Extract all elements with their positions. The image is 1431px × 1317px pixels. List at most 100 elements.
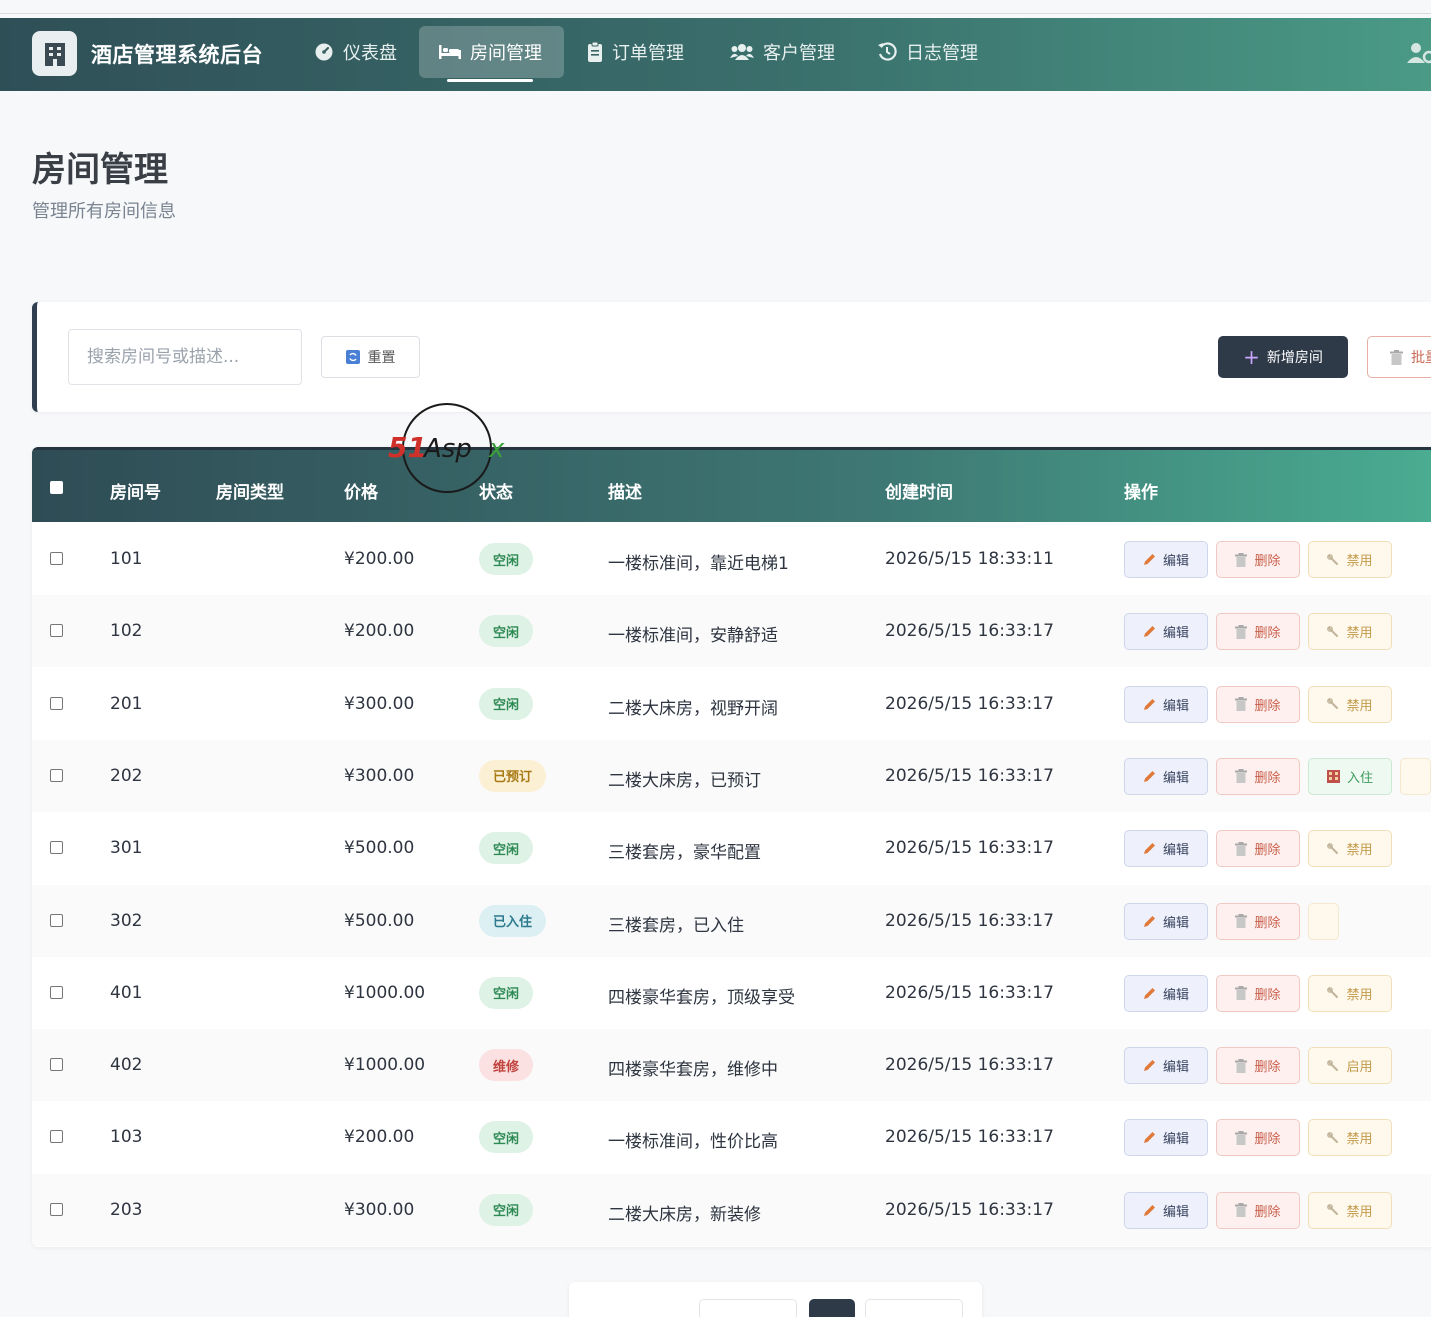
checkin-button[interactable]: 入住 — [1308, 757, 1392, 795]
cell-room-no: 302 — [110, 910, 143, 931]
delete-button-label: 删除 — [1254, 698, 1281, 714]
status-badge: 空闲 — [479, 615, 534, 648]
wrench-icon — [1327, 842, 1339, 855]
row-checkbox[interactable] — [50, 624, 63, 638]
pencil-icon — [1143, 625, 1156, 638]
disable-button[interactable]: 禁用 — [1308, 974, 1392, 1012]
brand[interactable]: 酒店管理系统后台 — [32, 31, 263, 76]
delete-button[interactable]: 删除 — [1216, 830, 1300, 868]
wrench-icon — [1327, 625, 1339, 638]
row-checkbox[interactable] — [50, 985, 63, 999]
svg-text:Asp: Asp — [422, 434, 472, 464]
row-checkbox[interactable] — [50, 696, 63, 710]
delete-button[interactable]: 删除 — [1216, 1119, 1300, 1157]
edit-button[interactable]: 编辑 — [1124, 685, 1208, 723]
pencil-icon — [1143, 1131, 1156, 1144]
status-badge: 空闲 — [479, 1121, 534, 1154]
cell-room-no: 102 — [110, 621, 143, 642]
enable-button-label: 启用 — [1346, 1060, 1373, 1076]
edit-button-label: 编辑 — [1162, 626, 1189, 642]
reset-button[interactable]: 重置 — [321, 336, 420, 378]
disable-button-label: 禁用 — [1346, 554, 1373, 569]
delete-button[interactable]: 删除 — [1216, 685, 1300, 723]
cell-created: 2026/5/15 16:33:17 — [885, 1055, 1054, 1076]
header-created[interactable]: 创建时间 — [885, 478, 953, 503]
table-row: 301 ¥500.00 空闲 三楼套房，豪华配置 2026/5/15 16:33… — [32, 812, 1431, 884]
cell-room-no: 402 — [110, 1055, 143, 1076]
nav-logs[interactable]: 日志管理 — [857, 26, 998, 78]
extra-action-button[interactable] — [1308, 902, 1339, 940]
nav-customers[interactable]: 客户管理 — [710, 26, 855, 78]
cell-created: 2026/5/15 16:33:17 — [885, 982, 1054, 1003]
cell-price: ¥200.00 — [344, 549, 415, 569]
table-header: 房间号 房间类型 价格 状态 描述 创建时间 操作 — [32, 447, 1431, 522]
pencil-icon — [1143, 1059, 1156, 1072]
cell-price: ¥300.00 — [344, 693, 415, 714]
delete-button[interactable]: 删除 — [1216, 1047, 1300, 1085]
header-room-type[interactable]: 房间类型 — [216, 478, 284, 503]
disable-button[interactable]: 禁用 — [1308, 1191, 1392, 1229]
edit-button[interactable]: 编辑 — [1124, 541, 1208, 578]
delete-button[interactable]: 删除 — [1216, 613, 1300, 651]
nav-dashboard[interactable]: 仪表盘 — [294, 26, 417, 78]
cell-created: 2026/5/15 16:33:17 — [885, 910, 1054, 931]
header-price[interactable]: 价格 — [344, 478, 378, 503]
disable-button[interactable]: 禁用 — [1308, 1119, 1392, 1157]
select-all-checkbox[interactable] — [50, 481, 63, 494]
current-page-button[interactable] — [809, 1299, 855, 1317]
search-input[interactable] — [68, 329, 302, 385]
edit-button[interactable]: 编辑 — [1124, 757, 1208, 795]
disable-button[interactable]: 禁用 — [1308, 613, 1392, 651]
delete-button[interactable]: 删除 — [1216, 1191, 1300, 1229]
edit-button[interactable]: 编辑 — [1124, 613, 1208, 651]
prev-page-button[interactable] — [699, 1299, 797, 1317]
edit-button[interactable]: 编辑 — [1124, 1191, 1208, 1229]
row-checkbox[interactable] — [50, 552, 63, 565]
svg-text:x: x — [488, 434, 505, 464]
trash-icon — [1235, 697, 1248, 712]
cell-price: ¥200.00 — [344, 1127, 415, 1148]
row-checkbox[interactable] — [50, 768, 63, 782]
trash-icon — [1235, 1130, 1248, 1145]
next-page-button[interactable] — [865, 1299, 963, 1317]
delete-button[interactable]: 删除 — [1216, 974, 1300, 1012]
delete-button-label: 删除 — [1254, 1132, 1281, 1148]
edit-button[interactable]: 编辑 — [1124, 1119, 1208, 1157]
disable-button-label: 禁用 — [1346, 843, 1373, 859]
row-checkbox[interactable] — [50, 1130, 63, 1144]
nav-orders[interactable]: 订单管理 — [567, 26, 704, 78]
header-description[interactable]: 描述 — [608, 478, 642, 503]
delete-button[interactable]: 删除 — [1216, 541, 1300, 578]
user-settings-icon[interactable] — [1407, 42, 1431, 68]
row-checkbox[interactable] — [50, 913, 63, 927]
cell-created: 2026/5/15 16:33:17 — [885, 693, 1054, 714]
status-badge: 已预订 — [479, 759, 547, 792]
disable-button[interactable]: 禁用 — [1308, 685, 1392, 723]
status-badge: 空闲 — [479, 976, 534, 1009]
batch-delete-button[interactable]: 批量删除 — [1367, 336, 1431, 378]
delete-button[interactable]: 删除 — [1216, 757, 1300, 795]
cell-room-no: 202 — [110, 765, 143, 786]
edit-button[interactable]: 编辑 — [1124, 974, 1208, 1012]
extra-action-button[interactable] — [1400, 757, 1431, 795]
row-checkbox[interactable] — [50, 841, 63, 855]
enable-button[interactable]: 启用 — [1308, 1047, 1392, 1085]
header-room-no[interactable]: 房间号 — [110, 478, 161, 503]
edit-button[interactable]: 编辑 — [1124, 902, 1208, 940]
cell-room-no: 103 — [110, 1127, 143, 1148]
row-checkbox[interactable] — [50, 1058, 63, 1072]
row-checkbox[interactable] — [50, 1202, 63, 1216]
dashboard-icon — [314, 42, 334, 62]
cell-price: ¥500.00 — [344, 838, 415, 859]
table-row: 402 ¥1000.00 维修 四楼豪华套房，维修中 2026/5/15 16:… — [32, 1029, 1431, 1102]
pencil-icon — [1143, 770, 1156, 783]
disable-button[interactable]: 禁用 — [1308, 541, 1392, 578]
trash-icon — [1235, 1203, 1248, 1218]
delete-button[interactable]: 删除 — [1216, 902, 1300, 940]
nav-rooms[interactable]: 房间管理 — [419, 26, 564, 82]
edit-button[interactable]: 编辑 — [1124, 830, 1208, 868]
disable-button[interactable]: 禁用 — [1308, 830, 1392, 868]
edit-button[interactable]: 编辑 — [1124, 1047, 1208, 1085]
delete-button-label: 删除 — [1254, 915, 1281, 931]
add-room-button[interactable]: + 新增房间 — [1218, 336, 1348, 378]
